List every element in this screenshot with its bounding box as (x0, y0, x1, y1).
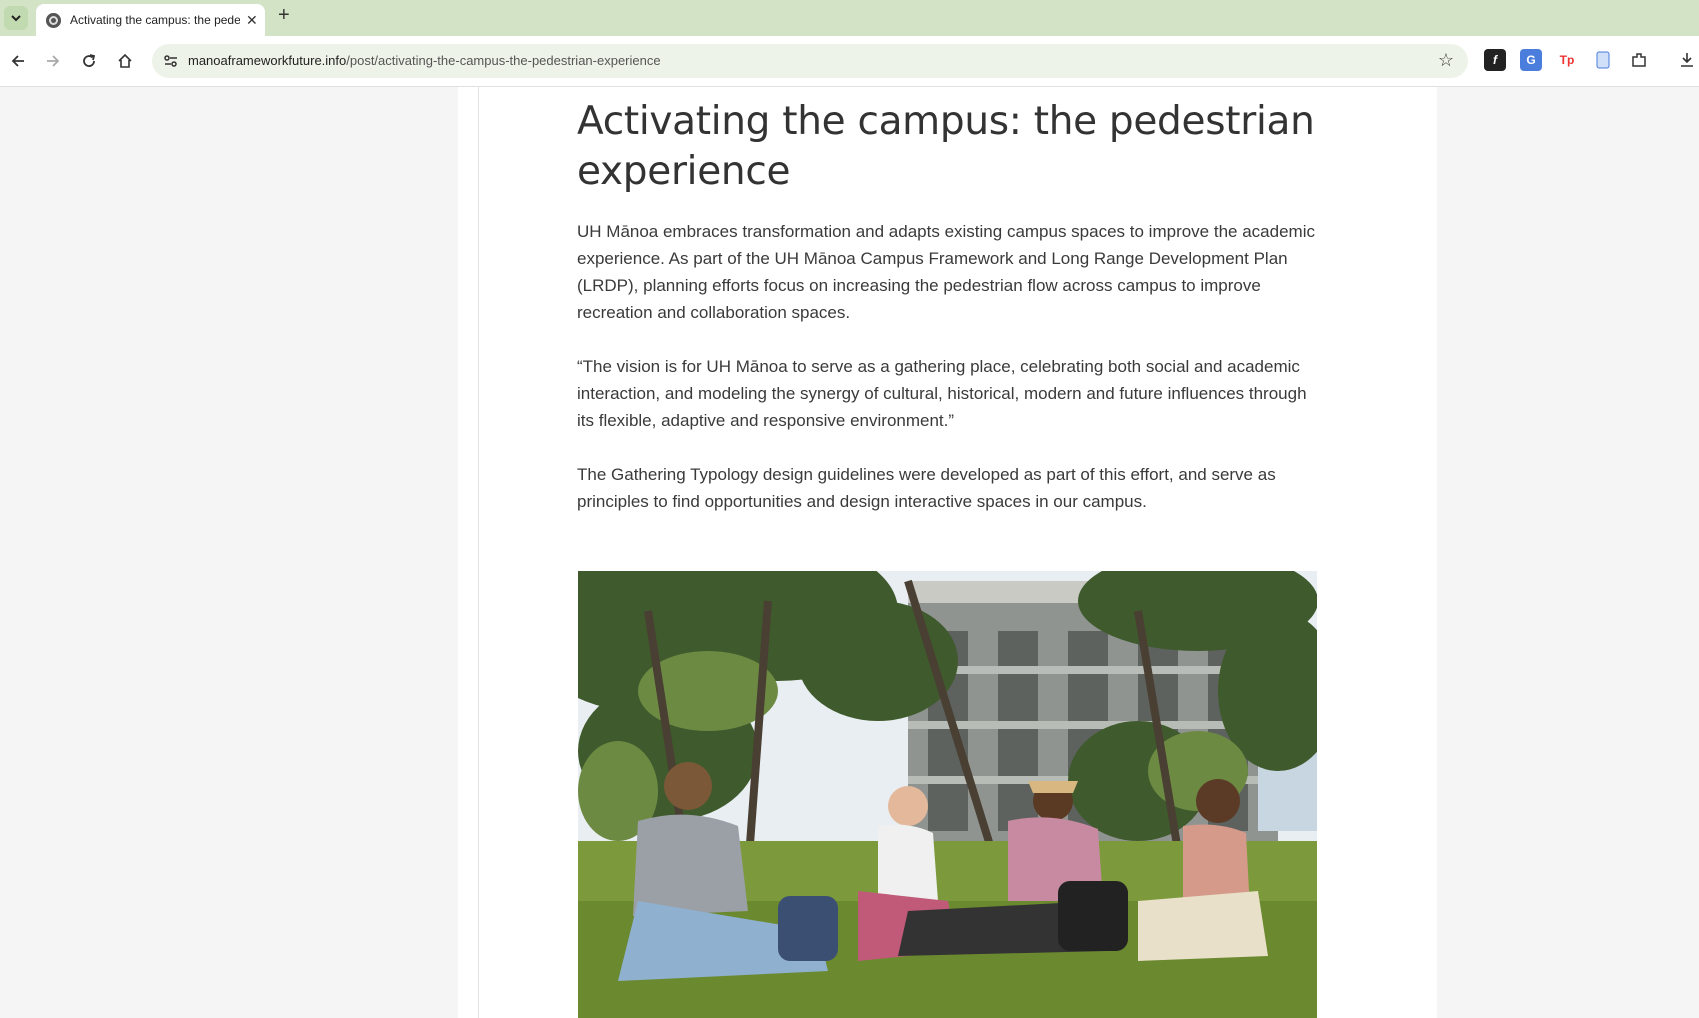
tab-list-icon[interactable] (4, 6, 28, 30)
post-title: Activating the campus: the pedestrian ex… (577, 99, 1315, 194)
tab-title: Activating the campus: the pedestrian ex… (70, 13, 240, 27)
download-icon[interactable] (1676, 49, 1698, 71)
extension-icon[interactable]: G (1520, 49, 1542, 71)
post-paragraph: UH Mānoa embraces transformation and ada… (577, 222, 1315, 322)
reload-icon[interactable] (77, 49, 101, 73)
favicon-icon (46, 12, 61, 28)
forward-icon[interactable] (41, 49, 65, 73)
page-gutter-left (458, 87, 478, 1018)
toolbar: manoaframeworkfuture.info/post/activatin… (0, 36, 1699, 87)
active-tab[interactable]: Activating the campus: the pedestrian ex… (36, 4, 265, 36)
extension-icon[interactable] (1628, 49, 1650, 71)
page-viewport: Activating the campus: the pedestrian ex… (0, 87, 1699, 1018)
url-text[interactable]: manoaframeworkfuture.info/post/activatin… (188, 53, 661, 68)
post-paragraph: The Gathering Typology design guidelines… (577, 465, 1276, 511)
address-bar[interactable]: manoaframeworkfuture.info/post/activatin… (152, 44, 1468, 78)
extension-icon[interactable]: Tp (1556, 49, 1578, 71)
close-icon[interactable]: ✕ (246, 12, 258, 29)
extension-icon[interactable] (1592, 49, 1614, 71)
new-tab-icon[interactable]: + (278, 4, 290, 27)
tab-strip: Activating the campus: the pedestrian ex… (0, 0, 1699, 36)
site-info-icon[interactable] (162, 52, 180, 70)
page-gutter-right (1417, 87, 1437, 1018)
url-domain: manoaframeworkfuture.info (188, 53, 347, 68)
post-paragraph: “The vision is for UH Mānoa to serve as … (577, 357, 1307, 430)
url-path: /post/activating-the-campus-the-pedestri… (346, 53, 661, 68)
post-photo (578, 571, 1317, 1018)
back-icon[interactable] (6, 49, 30, 73)
extension-icon[interactable]: f (1484, 49, 1506, 71)
home-icon[interactable] (113, 49, 137, 73)
star-icon[interactable]: ☆ (1438, 50, 1454, 71)
